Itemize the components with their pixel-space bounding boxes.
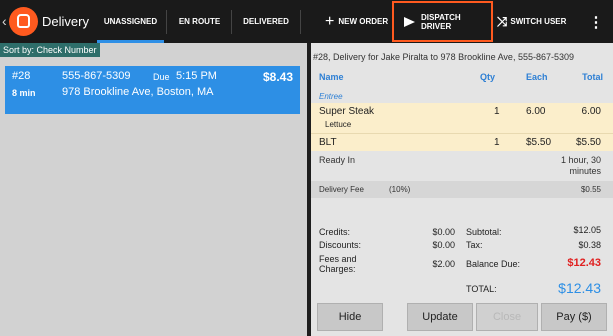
ready-in-row: Ready In 1 hour, 30 minutes [311, 151, 613, 181]
line-item[interactable]: Super Steak Lettuce 1 6.00 6.00 [311, 103, 613, 133]
fees-label: Fees and Charges: [319, 254, 357, 274]
item-total: 6.00 [581, 106, 601, 117]
switch-user-button[interactable]: ⤨ SWITCH USER [497, 0, 571, 43]
fees-label-line1: Fees and [319, 254, 357, 264]
app-title: Delivery [42, 14, 89, 29]
order-phone: 555-867-5309 [62, 70, 131, 82]
order-list-panel: Sort by: Check Number #28 555-867-5309 D… [0, 43, 307, 336]
dispatch-driver-button[interactable]: DISPATCH DRIVER [392, 1, 493, 42]
order-card[interactable]: #28 555-867-5309 Due 5:15 PM $8.43 8 min… [5, 66, 300, 114]
action-bar: Hide Update Close Pay ($) [311, 301, 613, 336]
column-name: Name [319, 72, 344, 82]
new-order-label: NEW ORDER [338, 17, 389, 26]
item-total: $5.50 [575, 137, 601, 148]
new-order-button[interactable]: + NEW ORDER [325, 0, 390, 43]
tab-unassigned-label: UNASSIGNED [103, 17, 158, 26]
delivery-fee-label: Delivery Fee [319, 185, 364, 194]
due-label: Due [153, 72, 170, 82]
tab-en-route[interactable]: EN ROUTE [169, 0, 230, 43]
item-name: BLT [319, 137, 337, 148]
balance-due-label: Balance Due: [466, 259, 521, 269]
tab-divider [300, 10, 301, 34]
shuffle-icon: ⤨ [497, 13, 508, 29]
delivery-fee-row: Delivery Fee (10%) $0.55 [311, 181, 613, 198]
send-arrow-icon [404, 16, 415, 27]
update-button[interactable]: Update [407, 303, 473, 331]
item-each: 6.00 [526, 106, 546, 117]
order-detail-panel: #28, Delivery for Jake Piralta to 978 Br… [311, 43, 613, 336]
ready-in-value-line1: 1 hour, 30 [560, 155, 601, 165]
hide-button[interactable]: Hide [317, 303, 383, 331]
fees-value: $2.00 [432, 259, 455, 269]
item-qty: 1 [494, 106, 500, 117]
order-detail-header: #28, Delivery for Jake Piralta to 978 Br… [313, 52, 574, 62]
item-name: Super Steak [319, 106, 375, 117]
column-qty: Qty [480, 72, 496, 82]
tab-en-route-label: EN ROUTE [178, 17, 221, 26]
back-chevron-icon[interactable]: ‹ [2, 13, 7, 29]
ready-in-value-line2: minutes [569, 166, 601, 176]
credits-value: $0.00 [432, 227, 455, 237]
close-button[interactable]: Close [476, 303, 538, 331]
grand-total-value: $12.43 [558, 280, 601, 296]
order-address: 978 Brookline Ave, Boston, MA [62, 86, 214, 98]
tab-delivered-label: DELIVERED [243, 17, 289, 26]
order-total: $8.43 [262, 70, 293, 84]
column-headers: Name Qty Each Total [311, 72, 613, 86]
totals-summary: Credits: $0.00 Discounts: $0.00 Fees and… [311, 223, 613, 301]
section-label: Entree [319, 92, 343, 101]
switch-user-label: SWITCH USER [510, 17, 567, 26]
discounts-value: $0.00 [432, 240, 455, 250]
tax-label: Tax: [466, 240, 483, 250]
ready-in-label: Ready In [319, 155, 356, 165]
item-each: $5.50 [526, 137, 552, 148]
total-label: TOTAL: [466, 284, 497, 294]
balance-due-value: $12.43 [567, 257, 601, 269]
app-logo-icon[interactable] [9, 7, 38, 36]
item-qty: 1 [494, 137, 500, 148]
fees-label-line2: Charges: [319, 264, 356, 274]
subtotal-label: Subtotal: [466, 227, 502, 237]
tab-unassigned[interactable]: UNASSIGNED [97, 0, 164, 43]
sort-label[interactable]: Sort by: Check Number [0, 43, 100, 57]
delivery-fee-value: $0.55 [580, 185, 601, 194]
tax-value: $0.38 [578, 240, 601, 250]
dispatch-driver-label: DISPATCH DRIVER [421, 12, 461, 31]
tab-divider [231, 10, 232, 34]
delivery-fee-pct: (10%) [389, 185, 411, 194]
discounts-label: Discounts: [319, 240, 362, 250]
tab-divider [166, 10, 167, 34]
due-time: 5:15 PM [176, 70, 217, 82]
pay-button[interactable]: Pay ($) [541, 303, 607, 331]
line-item[interactable]: BLT 1 $5.50 $5.50 [311, 133, 613, 151]
column-each: Each [526, 72, 548, 82]
order-number: #28 [12, 70, 31, 82]
overflow-menu-icon[interactable]: ⋮ [586, 0, 606, 43]
elapsed-time: 8 min [12, 88, 36, 98]
plus-icon: + [325, 12, 335, 30]
credits-label: Credits: [319, 227, 351, 237]
top-bar: ‹ Delivery UNASSIGNED EN ROUTE DELIVERED… [0, 0, 613, 43]
subtotal-value: $12.05 [573, 225, 601, 235]
ready-in-value: 1 hour, 30 minutes [561, 155, 601, 177]
item-modifier: Lettuce [325, 120, 352, 129]
column-total: Total [582, 72, 603, 82]
tab-delivered[interactable]: DELIVERED [234, 0, 298, 43]
